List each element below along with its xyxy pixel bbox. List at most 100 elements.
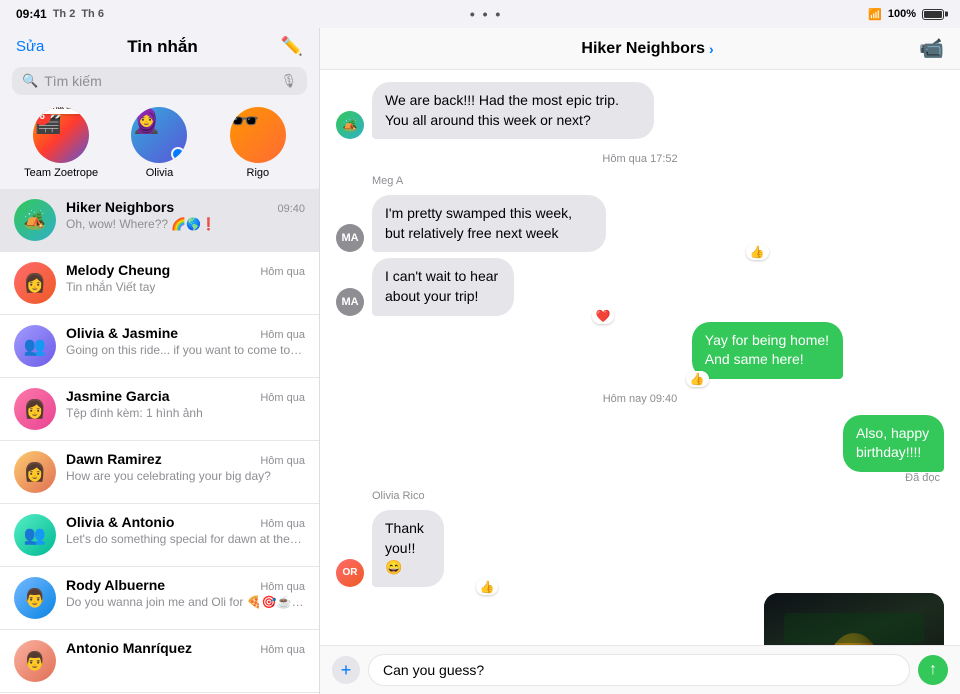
message-row: Yay for being home! And same here! 👍 [692, 322, 944, 379]
msg-name: Dawn Ramirez [66, 451, 162, 467]
chat-title: Hiker Neighbors [581, 40, 705, 58]
video-call-button[interactable]: 📹 [919, 36, 944, 61]
message-row: 🏕️ We are back!!! Had the most epic trip… [336, 82, 944, 139]
search-input[interactable]: Tìm kiếm [44, 73, 274, 89]
msg-name: Olivia & Antonio [66, 514, 174, 530]
list-item[interactable]: 👩 Jasmine Garcia Hôm qua Tệp đính kèm: 1… [0, 378, 319, 441]
msg-time: 09:40 [277, 203, 305, 215]
message-input-field[interactable]: Can you guess? [368, 654, 910, 686]
msg-content: Antonio Manríquez Hôm qua [66, 640, 305, 658]
msg-preview: Tệp đính kèm: 1 hình ảnh [66, 406, 305, 420]
speech-bubble-team: 🌤️ What a lovely day, sunshine! [33, 107, 89, 114]
msg-name: Jasmine Garcia [66, 388, 170, 404]
msg-preview: Do you wanna join me and Oli for 🍕🎯☕ bre… [66, 595, 305, 609]
conversation-list: 🏕️ Hiker Neighbors 09:40 Oh, wow! Where?… [0, 189, 319, 694]
avatar-olivia-jasmine: 👥 [14, 325, 56, 367]
message-row: OR Thank you!! 😄 👍 [336, 510, 944, 587]
list-item[interactable]: 👥 Olivia & Antonio Hôm qua Let's do some… [0, 504, 319, 567]
sender-label: Olivia Rico [372, 490, 944, 502]
pinned-name-olivia: Olivia [146, 167, 174, 179]
right-panel: Hiker Neighbors › 📹 🏕️ We are back!!! Ha… [320, 28, 960, 694]
list-item[interactable]: 🏕️ Hiker Neighbors 09:40 Oh, wow! Where?… [0, 189, 319, 252]
search-icon: 🔍 [22, 73, 38, 89]
avatar-olivia-antonio: 👥 [14, 514, 56, 556]
mic-icon[interactable]: 🎙 [280, 73, 297, 89]
chat-bubble: I'm pretty swamped this week, but relati… [372, 195, 606, 252]
battery-icon [922, 9, 944, 20]
left-panel: Sửa Tin nhắn ✏️ 🔍 Tìm kiếm 🎙 🎬 🌤️ What a… [0, 28, 320, 694]
list-item[interactable]: 👩 Dawn Ramirez Hôm qua How are you celeb… [0, 441, 319, 504]
chat-bubble: Also, happy birthday!!!! [843, 415, 944, 472]
messages-header: Sửa Tin nhắn ✏️ [0, 28, 319, 63]
sent-image-row [336, 593, 944, 645]
avatar-antonio: 👨 [14, 640, 56, 682]
msg-content: Hiker Neighbors 09:40 Oh, wow! Where?? 🌈… [66, 199, 305, 231]
msg-content: Melody Cheung Hôm qua Tin nhắn Viết tay [66, 262, 305, 294]
search-bar[interactable]: 🔍 Tìm kiếm 🎙 [12, 67, 307, 95]
send-button[interactable]: ↑ [918, 655, 948, 685]
reaction-badge: 👍 [476, 579, 499, 595]
status-bar: 09:41 Th 2 Th 6 • • • 📶 100% [0, 0, 960, 28]
sender-label: Meg A [372, 175, 944, 187]
list-item[interactable]: 👨 Rody Albuerne Hôm qua Do you wanna joi… [0, 567, 319, 630]
chevron-right-icon: › [709, 41, 714, 57]
day-display: Th 2 [53, 8, 76, 20]
bubble-col: I'm pretty swamped this week, but relati… [372, 195, 763, 252]
list-item[interactable]: 👥 Olivia & Jasmine Hôm qua Going on this… [0, 315, 319, 378]
msg-name: Rody Albuerne [66, 577, 165, 593]
msg-time: Hôm qua [260, 266, 305, 278]
msg-preview: Going on this ride... if you want to com… [66, 343, 305, 357]
read-status: Đã đọc [905, 472, 940, 484]
timestamp-label: Hôm nay 09:40 [336, 393, 944, 405]
msg-name: Olivia & Jasmine [66, 325, 178, 341]
list-item[interactable]: 👨 Antonio Manríquez Hôm qua [0, 630, 319, 693]
bubble-avatar: 🏕️ [336, 111, 364, 139]
pinned-item-olivia[interactable]: 🧕 Olivia [119, 107, 199, 179]
bubble-col: I can't wait to hear about your trip! ❤️ [372, 258, 608, 315]
date-display: Th 6 [81, 8, 104, 20]
sent-block: Yay for being home! And same here! 👍 [336, 322, 944, 379]
pinned-avatar-rigo: 🕶️ [230, 107, 286, 163]
pinned-item-rigo[interactable]: 🕶️ Rigo [218, 107, 298, 179]
olivia-unread-dot [171, 147, 185, 161]
compose-button[interactable]: ✏️ [281, 36, 303, 57]
msg-time: Hôm qua [260, 581, 305, 593]
reaction-badge-sent: 👍 [686, 371, 709, 387]
msg-name: Melody Cheung [66, 262, 170, 278]
avatar-jasmine: 👩 [14, 388, 56, 430]
pinned-name-rigo: Rigo [247, 167, 270, 179]
list-item[interactable]: 👩 Melody Cheung Hôm qua Tin nhắn Viết ta… [0, 252, 319, 315]
pinned-avatar-team: 🎬 🌤️ What a lovely day, sunshine! 6 [33, 107, 89, 163]
sent-image-bubble [764, 593, 944, 645]
battery-percent: 100% [888, 8, 916, 20]
chat-bubble: Yay for being home! And same here! [692, 322, 843, 379]
avatar-melody: 👩 [14, 262, 56, 304]
msg-preview: Tin nhắn Viết tay [66, 280, 305, 294]
reaction-badge: 👍 [746, 244, 769, 260]
three-dots-icon: • • • [470, 6, 502, 22]
msg-content: Rody Albuerne Hôm qua Do you wanna join … [66, 577, 305, 609]
edit-button[interactable]: Sửa [16, 38, 44, 55]
chat-bubble: We are back!!! Had the most epic trip. Y… [372, 82, 654, 139]
reaction-badge: ❤️ [592, 308, 615, 324]
chat-title-area[interactable]: Hiker Neighbors › [581, 40, 713, 58]
pinned-item-team-zoetrope[interactable]: 🎬 🌤️ What a lovely day, sunshine! 6 Team… [21, 107, 101, 179]
bubble-wrapper: I can't wait to hear about your trip! ❤️ [372, 258, 608, 315]
bubble-wrapper: I'm pretty swamped this week, but relati… [372, 195, 763, 252]
bubble-wrapper: Thank you!! 😄 👍 [372, 510, 492, 587]
msg-time: Hôm qua [260, 644, 305, 656]
message-row: Also, happy birthday!!!! [776, 415, 944, 472]
wifi-icon: 📶 [868, 8, 882, 21]
add-attachment-button[interactable]: + [332, 656, 360, 684]
message-row: MA I can't wait to hear about your trip!… [336, 258, 944, 315]
chat-bubble: Thank you!! 😄 [372, 510, 444, 587]
msg-preview: Oh, wow! Where?? 🌈🌎❗️ [66, 217, 305, 231]
image-inner [764, 593, 944, 645]
msg-time: Hôm qua [260, 455, 305, 467]
msg-content: Jasmine Garcia Hôm qua Tệp đính kèm: 1 h… [66, 388, 305, 420]
msg-preview: Let's do something special for dawn at t… [66, 532, 305, 546]
bubble-col: Yay for being home! And same here! 👍 [692, 322, 944, 379]
sent-block: Also, happy birthday!!!! Đã đọc [336, 415, 944, 484]
pinned-avatar-olivia: 🧕 [131, 107, 187, 163]
msg-content: Dawn Ramirez Hôm qua How are you celebra… [66, 451, 305, 483]
